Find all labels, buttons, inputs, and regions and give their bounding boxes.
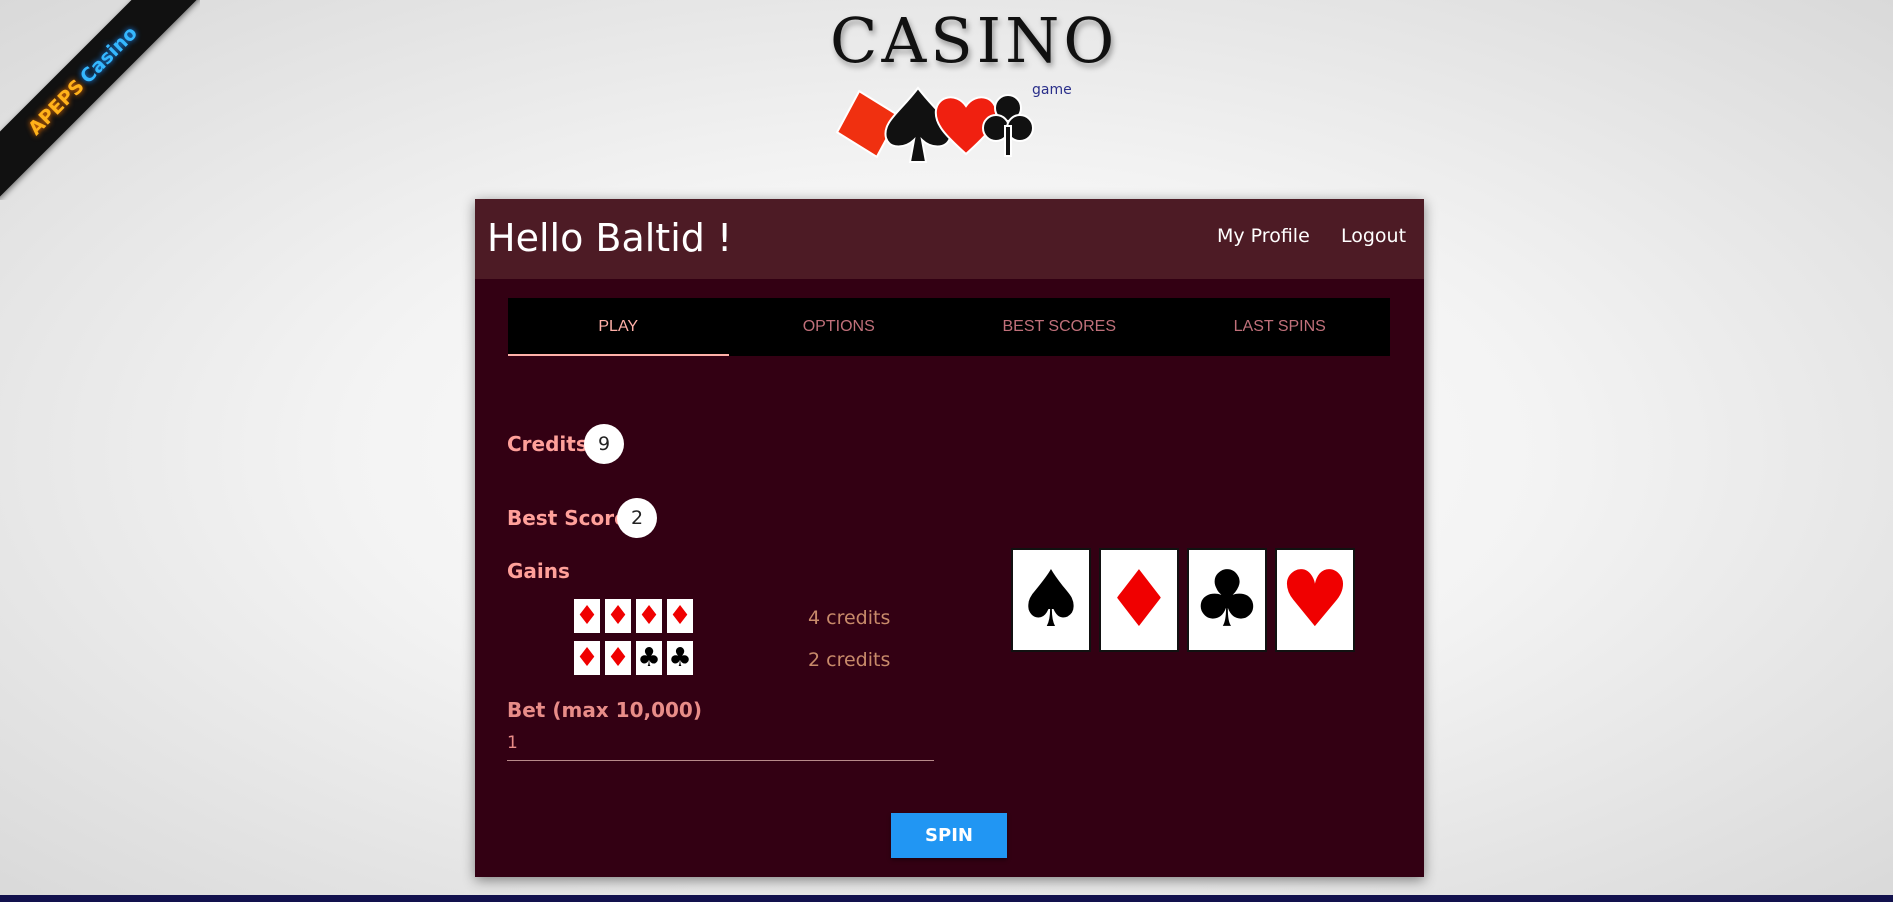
- ribbon-text-apeps: APEPS: [24, 75, 89, 140]
- diamond-icon: ♦: [636, 599, 662, 633]
- ribbon-banner: APEPS Casino: [0, 0, 200, 200]
- tab-last-spins[interactable]: LAST SPINS: [1170, 298, 1391, 356]
- gains-payout: 4 credits: [808, 607, 891, 629]
- gains-row: ♦ ♦ ♦ ♦: [574, 599, 693, 633]
- best-score-badge: 2: [617, 498, 657, 538]
- casino-logo: CASINO game: [830, 4, 1119, 163]
- club-icon: ♣: [636, 641, 662, 675]
- best-score-label: Best Score: [507, 506, 628, 530]
- heart-icon: ♥: [1275, 548, 1355, 652]
- gains-payout: 2 credits: [808, 649, 891, 671]
- tab-options[interactable]: OPTIONS: [729, 298, 950, 356]
- gains-label: Gains: [507, 559, 570, 583]
- diamond-icon: ♦: [1099, 548, 1179, 652]
- game-panel: Hello Baltid ! My Profile Logout PLAY OP…: [475, 199, 1424, 877]
- bottom-bar: [0, 895, 1893, 902]
- logo-suits-icon: [835, 86, 1034, 163]
- tab-play[interactable]: PLAY: [508, 298, 729, 356]
- diamond-icon: ♦: [667, 599, 693, 633]
- panel-header: Hello Baltid ! My Profile Logout: [475, 199, 1424, 279]
- club-icon: ♣: [667, 641, 693, 675]
- bet-input[interactable]: [507, 726, 934, 761]
- logo-title: CASINO: [830, 4, 1119, 77]
- tab-best-scores[interactable]: BEST SCORES: [949, 298, 1170, 356]
- corner-ribbon: APEPS Casino: [0, 0, 200, 200]
- spade-icon: ♠: [1011, 548, 1091, 652]
- credits-badge: 9: [584, 424, 624, 464]
- my-profile-link[interactable]: My Profile: [1217, 225, 1310, 247]
- diamond-icon: ♦: [605, 599, 631, 633]
- gains-row: ♦ ♦ ♣ ♣: [574, 641, 693, 675]
- diamond-icon: ♦: [574, 641, 600, 675]
- club-icon: ♣: [1187, 548, 1267, 652]
- logout-link[interactable]: Logout: [1341, 225, 1406, 247]
- credits-label: Credits: [507, 432, 588, 456]
- slot-reels: ♠ ♦ ♣ ♥: [1011, 548, 1355, 652]
- diamond-icon: ♦: [574, 599, 600, 633]
- spin-button[interactable]: SPIN: [891, 813, 1007, 858]
- greeting: Hello Baltid !: [487, 216, 733, 260]
- ribbon-text-casino: Casino: [75, 22, 142, 89]
- bet-label: Bet (max 10,000): [507, 698, 702, 722]
- diamond-icon: ♦: [605, 641, 631, 675]
- tab-bar: PLAY OPTIONS BEST SCORES LAST SPINS: [508, 298, 1390, 356]
